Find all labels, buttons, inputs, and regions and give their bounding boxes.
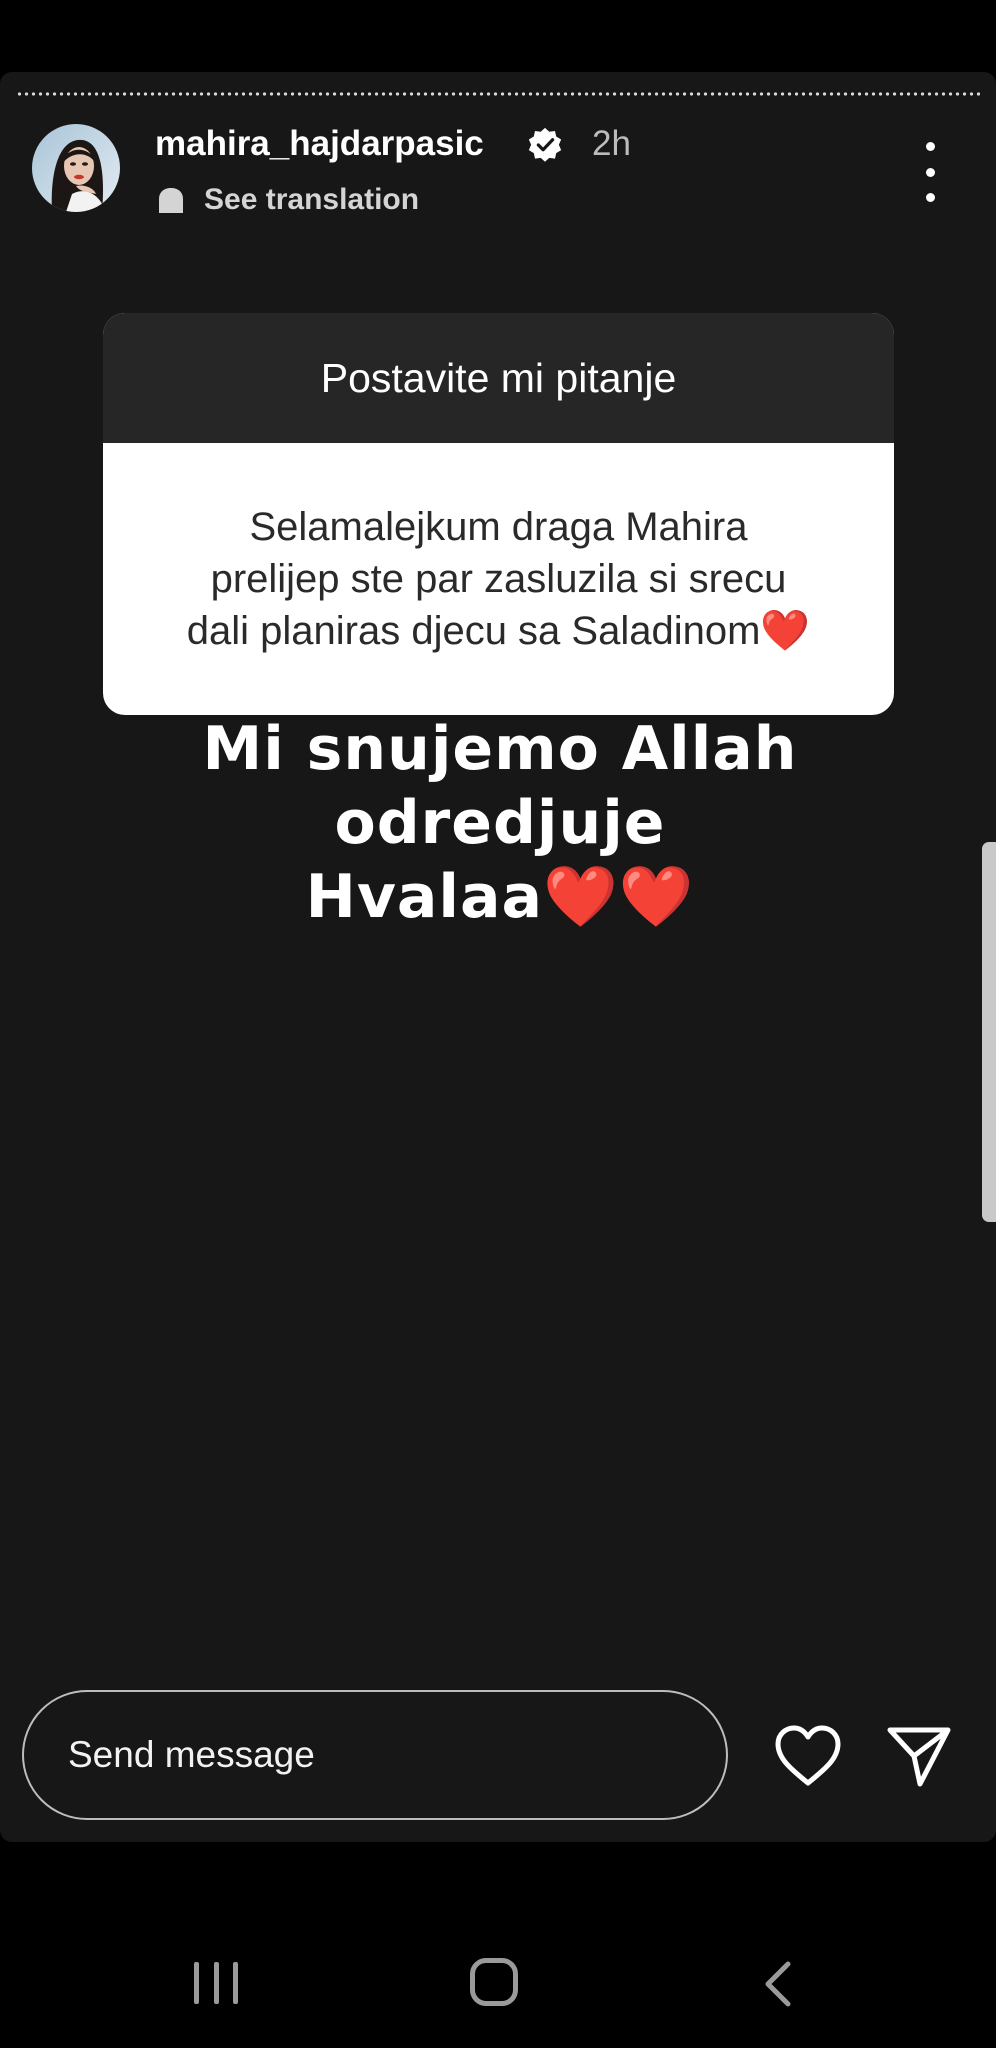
username[interactable]: mahira_hajdarpasic xyxy=(155,122,484,166)
answer-line: odredjuje xyxy=(334,788,666,858)
story-viewer: mahira_hajdarpasic 2h See translation Po… xyxy=(0,72,996,1842)
verified-badge-icon xyxy=(528,127,562,162)
question-sticker-title: Postavite mi pitanje xyxy=(103,313,894,443)
question-line: prelijep ste par zasluzila si srecu xyxy=(210,557,787,601)
heart-icon[interactable] xyxy=(772,1720,844,1792)
see-translation-label: See translation xyxy=(204,183,420,216)
speech-bubble-icon xyxy=(159,188,183,213)
home-icon[interactable] xyxy=(470,1958,518,2006)
see-translation-button[interactable]: See translation xyxy=(156,180,419,220)
paper-plane-icon[interactable] xyxy=(886,1722,952,1788)
avatar[interactable] xyxy=(32,124,120,212)
question-line: dali planiras djecu sa Saladinom❤️ xyxy=(186,609,811,653)
send-message-placeholder: Send message xyxy=(68,1734,315,1775)
story-progress-bar xyxy=(16,92,980,96)
answer-line: Mi snujemo Allah xyxy=(202,714,798,784)
recent-apps-icon[interactable] xyxy=(194,1962,238,2006)
send-message-input[interactable]: Send message xyxy=(22,1690,728,1820)
question-sticker[interactable]: Postavite mi pitanje Selamalejkum draga … xyxy=(103,313,894,715)
question-text: Selamalejkum draga Mahira prelijep ste p… xyxy=(103,443,894,715)
post-time: 2h xyxy=(592,124,631,163)
answer-line: Hvalaa❤️❤️ xyxy=(305,862,695,932)
avatar-image xyxy=(32,124,120,212)
scrollbar[interactable] xyxy=(982,842,996,1222)
back-icon[interactable] xyxy=(758,1960,798,2008)
more-vertical-icon[interactable] xyxy=(912,142,948,202)
system-navigation-bar xyxy=(0,1842,996,2048)
answer-text: Mi snujemo Allah odredjuje Hvalaa❤️❤️ xyxy=(150,712,850,934)
question-line: Selamalejkum draga Mahira xyxy=(249,505,748,549)
